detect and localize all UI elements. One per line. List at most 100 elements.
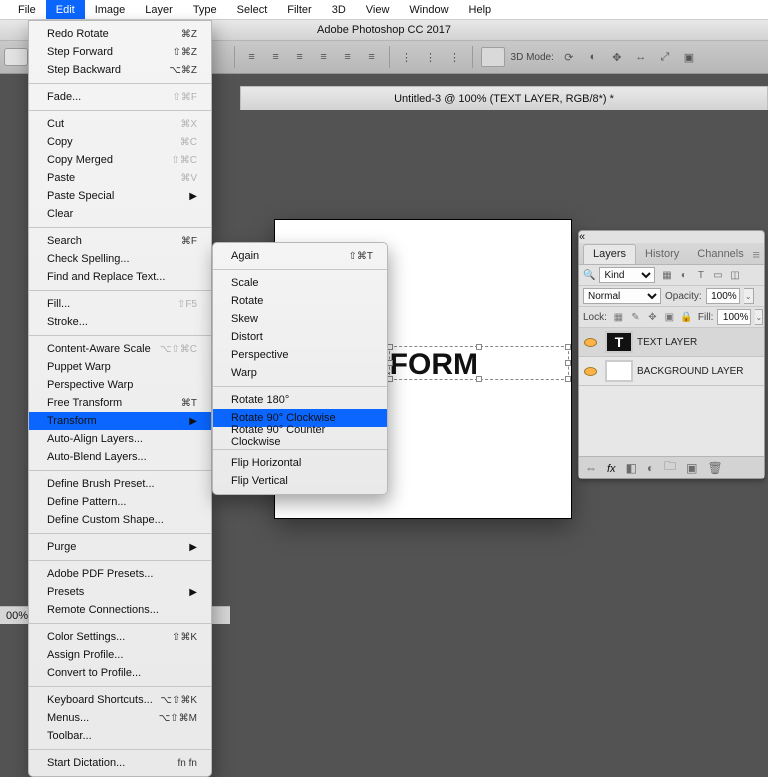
- menu-filter[interactable]: Filter: [277, 0, 321, 19]
- layer-row[interactable]: BACKGROUND LAYER: [579, 357, 764, 386]
- filter-smart-icon[interactable]: ◫: [727, 268, 742, 282]
- menu-3d[interactable]: 3D: [322, 0, 356, 19]
- menu-item: Fill...⇧F5: [29, 295, 211, 313]
- panel-tab-layers[interactable]: Layers: [583, 244, 636, 264]
- menu-window[interactable]: Window: [399, 0, 458, 19]
- align-btn[interactable]: ≡: [291, 48, 309, 66]
- distribute-btn[interactable]: ⋮: [398, 48, 416, 66]
- filter-shape-icon[interactable]: ▭: [710, 268, 725, 282]
- fill-dropdown[interactable]: ⌄: [755, 309, 763, 325]
- lock-all-icon[interactable]: 🔒: [679, 310, 694, 324]
- lock-transparent-icon[interactable]: ▦: [611, 310, 626, 324]
- menu-item[interactable]: Menus...⌥⇧⌘M: [29, 709, 211, 727]
- layer-fx-icon[interactable]: fx: [607, 461, 616, 475]
- menu-item[interactable]: Keyboard Shortcuts...⌥⇧⌘K: [29, 691, 211, 709]
- visibility-toggle[interactable]: [579, 367, 601, 376]
- menu-item[interactable]: Remote Connections...: [29, 601, 211, 619]
- menu-item[interactable]: Flip Vertical: [213, 472, 387, 490]
- menu-view[interactable]: View: [356, 0, 400, 19]
- menu-item[interactable]: Warp: [213, 364, 387, 382]
- align-btn[interactable]: ≡: [363, 48, 381, 66]
- layer-filter-kind[interactable]: Kind: [599, 267, 655, 283]
- menu-item[interactable]: Free Transform⌘T: [29, 394, 211, 412]
- lock-artboard-icon[interactable]: ▣: [662, 310, 677, 324]
- roll-icon[interactable]: ◐: [584, 48, 602, 66]
- transform-bounds[interactable]: [389, 346, 569, 380]
- menu-item[interactable]: Define Pattern...: [29, 493, 211, 511]
- menu-item[interactable]: Flip Horizontal: [213, 454, 387, 472]
- lock-pixels-icon[interactable]: ✎: [628, 310, 643, 324]
- align-btn[interactable]: ≡: [339, 48, 357, 66]
- pan-icon[interactable]: ✥: [608, 48, 626, 66]
- delete-layer-icon[interactable]: 🗑: [708, 461, 723, 475]
- layer-thumb[interactable]: [605, 360, 633, 382]
- menu-item[interactable]: Again⇧⌘T: [213, 247, 387, 265]
- align-btn[interactable]: ≡: [267, 48, 285, 66]
- menu-file[interactable]: File: [8, 0, 46, 19]
- menu-item[interactable]: Adobe PDF Presets...: [29, 565, 211, 583]
- layer-mask-icon[interactable]: ◧: [626, 461, 637, 475]
- menu-type[interactable]: Type: [183, 0, 227, 19]
- filter-adjust-icon[interactable]: ◐: [676, 268, 691, 282]
- menu-item[interactable]: Perspective Warp: [29, 376, 211, 394]
- adjustment-layer-icon[interactable]: ◐: [647, 461, 654, 475]
- blend-mode-select[interactable]: Normal: [583, 288, 661, 304]
- menu-item[interactable]: Assign Profile...: [29, 646, 211, 664]
- menu-item[interactable]: Purge▶: [29, 538, 211, 556]
- menu-layer[interactable]: Layer: [135, 0, 183, 19]
- scale-icon[interactable]: ⤢: [656, 48, 674, 66]
- panel-menu-icon[interactable]: ≡: [752, 247, 760, 262]
- slide-icon[interactable]: ↔: [632, 48, 650, 66]
- menu-select[interactable]: Select: [227, 0, 278, 19]
- panel-tab-channels[interactable]: Channels: [688, 245, 752, 264]
- filter-pixel-icon[interactable]: ▦: [659, 268, 674, 282]
- menu-item[interactable]: Presets▶: [29, 583, 211, 601]
- menu-item[interactable]: Transform▶: [29, 412, 211, 430]
- align-btn[interactable]: ≡: [315, 48, 333, 66]
- menu-item: Stroke...: [29, 313, 211, 331]
- menu-edit[interactable]: Edit: [46, 0, 85, 19]
- camera-icon[interactable]: ▣: [680, 48, 698, 66]
- layer-thumb[interactable]: T: [605, 331, 633, 353]
- menu-image[interactable]: Image: [85, 0, 136, 19]
- opacity-dropdown[interactable]: ⌄: [744, 288, 754, 304]
- menu-item[interactable]: Step Forward⇧⌘Z: [29, 43, 211, 61]
- panel-tab-history[interactable]: History: [636, 245, 688, 264]
- tool-preset-picker[interactable]: [4, 48, 28, 66]
- menu-help[interactable]: Help: [459, 0, 502, 19]
- distribute-btn[interactable]: ⋮: [422, 48, 440, 66]
- menu-item[interactable]: Define Brush Preset...: [29, 475, 211, 493]
- distribute-btn[interactable]: ⋮: [446, 48, 464, 66]
- layer-row[interactable]: TTEXT LAYER: [579, 328, 764, 357]
- layer-list: TTEXT LAYERBACKGROUND LAYER: [579, 328, 764, 386]
- new-layer-icon[interactable]: ▣: [686, 461, 697, 475]
- menu-item[interactable]: Find and Replace Text...: [29, 268, 211, 286]
- menu-item[interactable]: Check Spelling...: [29, 250, 211, 268]
- menu-item[interactable]: Scale: [213, 274, 387, 292]
- lock-position-icon[interactable]: ✥: [645, 310, 660, 324]
- visibility-toggle[interactable]: [579, 338, 601, 347]
- filter-type-icon[interactable]: T: [693, 268, 708, 282]
- menu-item[interactable]: Redo Rotate⌘Z: [29, 25, 211, 43]
- fill-field[interactable]: [717, 309, 751, 325]
- panel-tabs: LayersHistoryChannels≡: [579, 243, 764, 265]
- menu-item[interactable]: Toolbar...: [29, 727, 211, 745]
- align-btn[interactable]: ≡: [243, 48, 261, 66]
- link-layers-icon[interactable]: ⇔: [585, 461, 597, 475]
- menu-item[interactable]: Rotate: [213, 292, 387, 310]
- mode-3d-box[interactable]: [481, 47, 505, 67]
- document-tab[interactable]: Untitled-3 @ 100% (TEXT LAYER, RGB/8*) *: [240, 86, 768, 110]
- group-icon[interactable]: 🗀: [664, 457, 676, 478]
- panel-collapse-handle[interactable]: «: [579, 231, 764, 243]
- opacity-field[interactable]: [706, 288, 740, 304]
- menu-item[interactable]: Start Dictation...fn fn: [29, 754, 211, 772]
- menu-item[interactable]: Color Settings...⇧⌘K: [29, 628, 211, 646]
- layer-filter-row: 🔍 Kind ▦ ◐ T ▭ ◫: [579, 265, 764, 286]
- menu-item[interactable]: Convert to Profile...: [29, 664, 211, 682]
- orbit-icon[interactable]: ⟳: [560, 48, 578, 66]
- menu-item[interactable]: Search⌘F: [29, 232, 211, 250]
- menu-item[interactable]: Rotate 180°: [213, 391, 387, 409]
- menu-item[interactable]: Step Backward⌥⌘Z: [29, 61, 211, 79]
- menu-item[interactable]: Skew: [213, 310, 387, 328]
- menu-item[interactable]: Rotate 90° Counter Clockwise: [213, 427, 387, 445]
